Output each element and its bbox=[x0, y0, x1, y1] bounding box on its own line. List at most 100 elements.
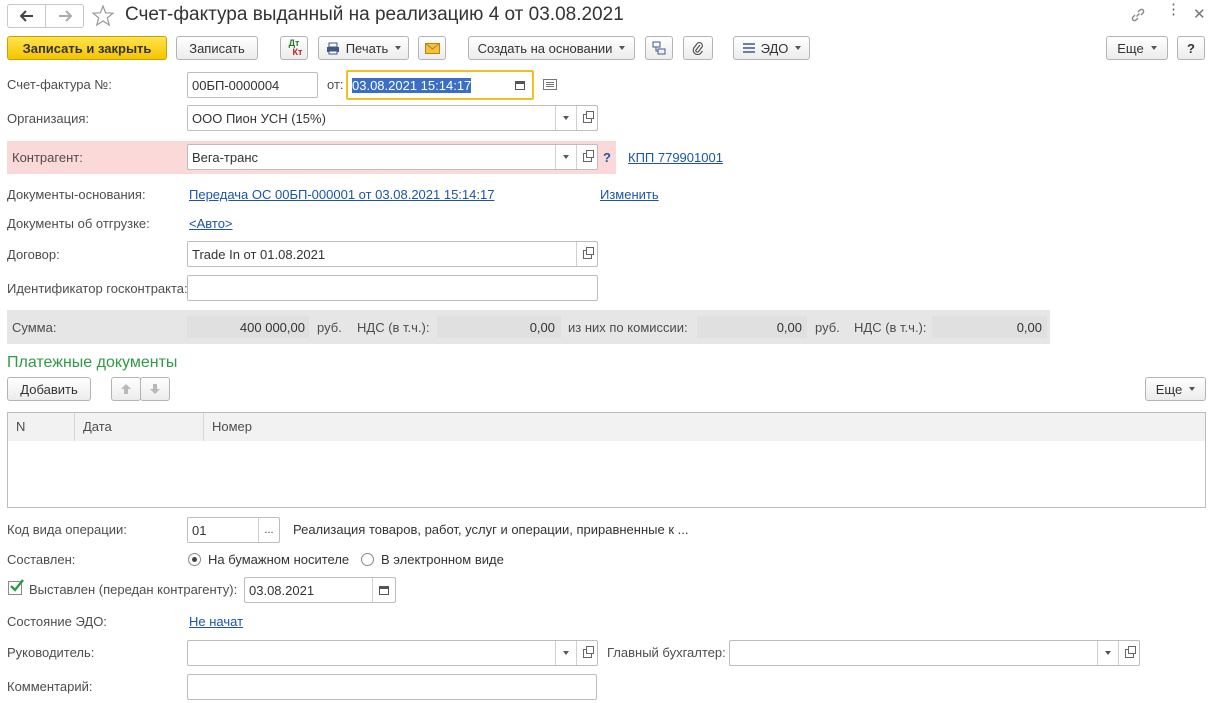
kpp-link[interactable]: КПП 779901001 bbox=[628, 150, 723, 165]
column-header-n[interactable]: N bbox=[8, 413, 75, 441]
contractor-field[interactable]: Вега-транс bbox=[187, 144, 598, 170]
link-icon[interactable] bbox=[1130, 7, 1146, 23]
close-icon[interactable]: ✕ bbox=[1193, 5, 1206, 23]
operation-code-select-button[interactable]: ... bbox=[258, 518, 279, 542]
kt-label: Кт bbox=[292, 47, 303, 57]
chief-accountant-dropdown-button[interactable] bbox=[1097, 641, 1118, 665]
open-form-icon bbox=[582, 110, 594, 123]
attach-button[interactable] bbox=[683, 36, 713, 60]
chief-accountant-label: Главный бухгалтер: bbox=[607, 645, 726, 660]
change-link[interactable]: Изменить bbox=[600, 187, 659, 202]
radio-electronic[interactable]: В электронном виде bbox=[361, 552, 504, 567]
forward-button[interactable] bbox=[46, 5, 83, 27]
email-button[interactable] bbox=[418, 36, 446, 60]
commission-amount: 0,00 bbox=[776, 320, 802, 335]
radio-electronic-button[interactable] bbox=[361, 553, 374, 566]
document-list-icon[interactable] bbox=[543, 79, 557, 90]
date-field[interactable]: 03.08.2021 15:14:17 bbox=[346, 70, 534, 100]
issued-checkbox[interactable] bbox=[8, 579, 24, 595]
move-up-button[interactable] bbox=[111, 377, 141, 401]
commission-label: из них по комиссии: bbox=[568, 320, 688, 335]
radio-paper-label: На бумажном носителе bbox=[208, 552, 350, 567]
contractor-open-button[interactable] bbox=[576, 145, 597, 169]
payments-table-body[interactable] bbox=[7, 441, 1206, 508]
radio-paper[interactable]: На бумажном носителе bbox=[188, 552, 349, 567]
head-field[interactable] bbox=[187, 640, 598, 666]
base-documents-link[interactable]: Передача ОС 00БП-000001 от 03.08.2021 15… bbox=[189, 187, 494, 202]
composed-label: Составлен: bbox=[7, 552, 76, 567]
comment-field[interactable] bbox=[187, 674, 597, 700]
chevron-down-icon bbox=[395, 46, 402, 50]
date-value: 03.08.2021 15:14:17 bbox=[352, 77, 472, 93]
payments-section-title: Платежные документы bbox=[7, 354, 178, 371]
column-header-date[interactable]: Дата bbox=[75, 413, 204, 441]
contract-value: Trade In от 01.08.2021 bbox=[192, 246, 326, 262]
open-form-icon bbox=[582, 246, 594, 259]
issued-calendar-button[interactable] bbox=[372, 578, 395, 602]
head-open-button[interactable] bbox=[576, 641, 597, 665]
paperclip-icon bbox=[692, 42, 703, 55]
gov-contract-id-label: Идентификатор госконтракта: bbox=[7, 281, 188, 296]
open-form-icon bbox=[582, 645, 594, 658]
open-form-icon bbox=[582, 149, 594, 162]
star-icon[interactable] bbox=[92, 5, 114, 26]
contractor-dropdown-button[interactable] bbox=[555, 145, 576, 169]
more-label: Еще bbox=[1117, 40, 1144, 56]
chevron-down-icon bbox=[563, 155, 569, 159]
sum-bar: Сумма: 400 000,00 руб. НДС (в т.ч.): 0,0… bbox=[7, 310, 1050, 344]
shipment-documents-label: Документы об отгрузке: bbox=[7, 216, 150, 231]
issued-date-field[interactable]: 03.08.2021 bbox=[244, 577, 396, 603]
back-button[interactable] bbox=[8, 5, 46, 27]
payments-table-header: N Дата Номер bbox=[7, 412, 1206, 442]
from-label: от: bbox=[327, 77, 344, 92]
add-payment-button[interactable]: Добавить bbox=[7, 377, 91, 401]
organization-field[interactable]: ООО Пион УСН (15%) bbox=[187, 105, 598, 131]
organization-open-button[interactable] bbox=[576, 106, 597, 130]
calendar-button[interactable] bbox=[508, 80, 532, 90]
contract-open-button[interactable] bbox=[576, 242, 597, 266]
payments-more-button[interactable]: Еще bbox=[1145, 377, 1206, 401]
arrow-right-icon bbox=[58, 10, 72, 22]
move-down-button[interactable] bbox=[140, 377, 170, 401]
create-based-on-label: Создать на основании bbox=[477, 40, 613, 56]
printer-icon bbox=[326, 42, 339, 54]
print-label: Печать bbox=[345, 40, 389, 56]
chevron-down-icon bbox=[1189, 387, 1196, 391]
operation-code-label: Код вида операции: bbox=[7, 522, 127, 537]
edo-label: ЭДО bbox=[760, 40, 789, 56]
radio-paper-button[interactable] bbox=[188, 553, 201, 566]
head-dropdown-button[interactable] bbox=[555, 641, 576, 665]
edo-state-link[interactable]: Не начат bbox=[189, 614, 243, 629]
more-button[interactable]: Еще bbox=[1106, 36, 1168, 60]
print-button[interactable]: Печать bbox=[318, 36, 409, 60]
edo-button[interactable]: ЭДО bbox=[733, 36, 810, 60]
chevron-down-icon bbox=[1150, 46, 1157, 50]
head-label: Руководитель: bbox=[7, 645, 95, 660]
column-header-number[interactable]: Номер bbox=[204, 413, 1205, 441]
chevron-down-icon bbox=[563, 651, 569, 655]
open-form-icon bbox=[1124, 645, 1136, 658]
organization-dropdown-button[interactable] bbox=[555, 106, 576, 130]
shipment-documents-link[interactable]: <Авто> bbox=[189, 216, 233, 231]
chief-accountant-field[interactable] bbox=[729, 640, 1140, 666]
contract-field[interactable]: Trade In от 01.08.2021 bbox=[187, 241, 598, 267]
organization-value: ООО Пион УСН (15%) bbox=[192, 110, 326, 126]
dt-kt-button[interactable]: Дт Кт bbox=[280, 36, 308, 60]
document-structure-icon bbox=[652, 41, 666, 55]
vat-label: НДС (в т.ч.): bbox=[357, 320, 430, 335]
save-button[interactable]: Записать bbox=[176, 36, 258, 60]
chief-accountant-open-button[interactable] bbox=[1118, 641, 1139, 665]
structure-button[interactable] bbox=[645, 36, 673, 60]
calendar-icon bbox=[515, 80, 525, 90]
save-and-close-button[interactable]: Записать и закрыть bbox=[7, 36, 167, 60]
contractor-hint-icon[interactable]: ? bbox=[603, 150, 611, 165]
create-based-on-button[interactable]: Создать на основании bbox=[468, 36, 635, 60]
sum-currency: руб. bbox=[317, 320, 342, 335]
commission-vat-label: НДС (в т.ч.): bbox=[854, 320, 927, 335]
kebab-menu-icon[interactable]: ⋮ bbox=[1166, 2, 1181, 17]
operation-code-field[interactable]: 01 ... bbox=[187, 517, 280, 543]
gov-contract-id-field[interactable] bbox=[187, 275, 598, 301]
operation-code-value: 01 bbox=[192, 522, 207, 538]
invoice-number-field[interactable]: 00БП-0000004 bbox=[187, 72, 318, 98]
help-button[interactable]: ? bbox=[1177, 36, 1205, 60]
